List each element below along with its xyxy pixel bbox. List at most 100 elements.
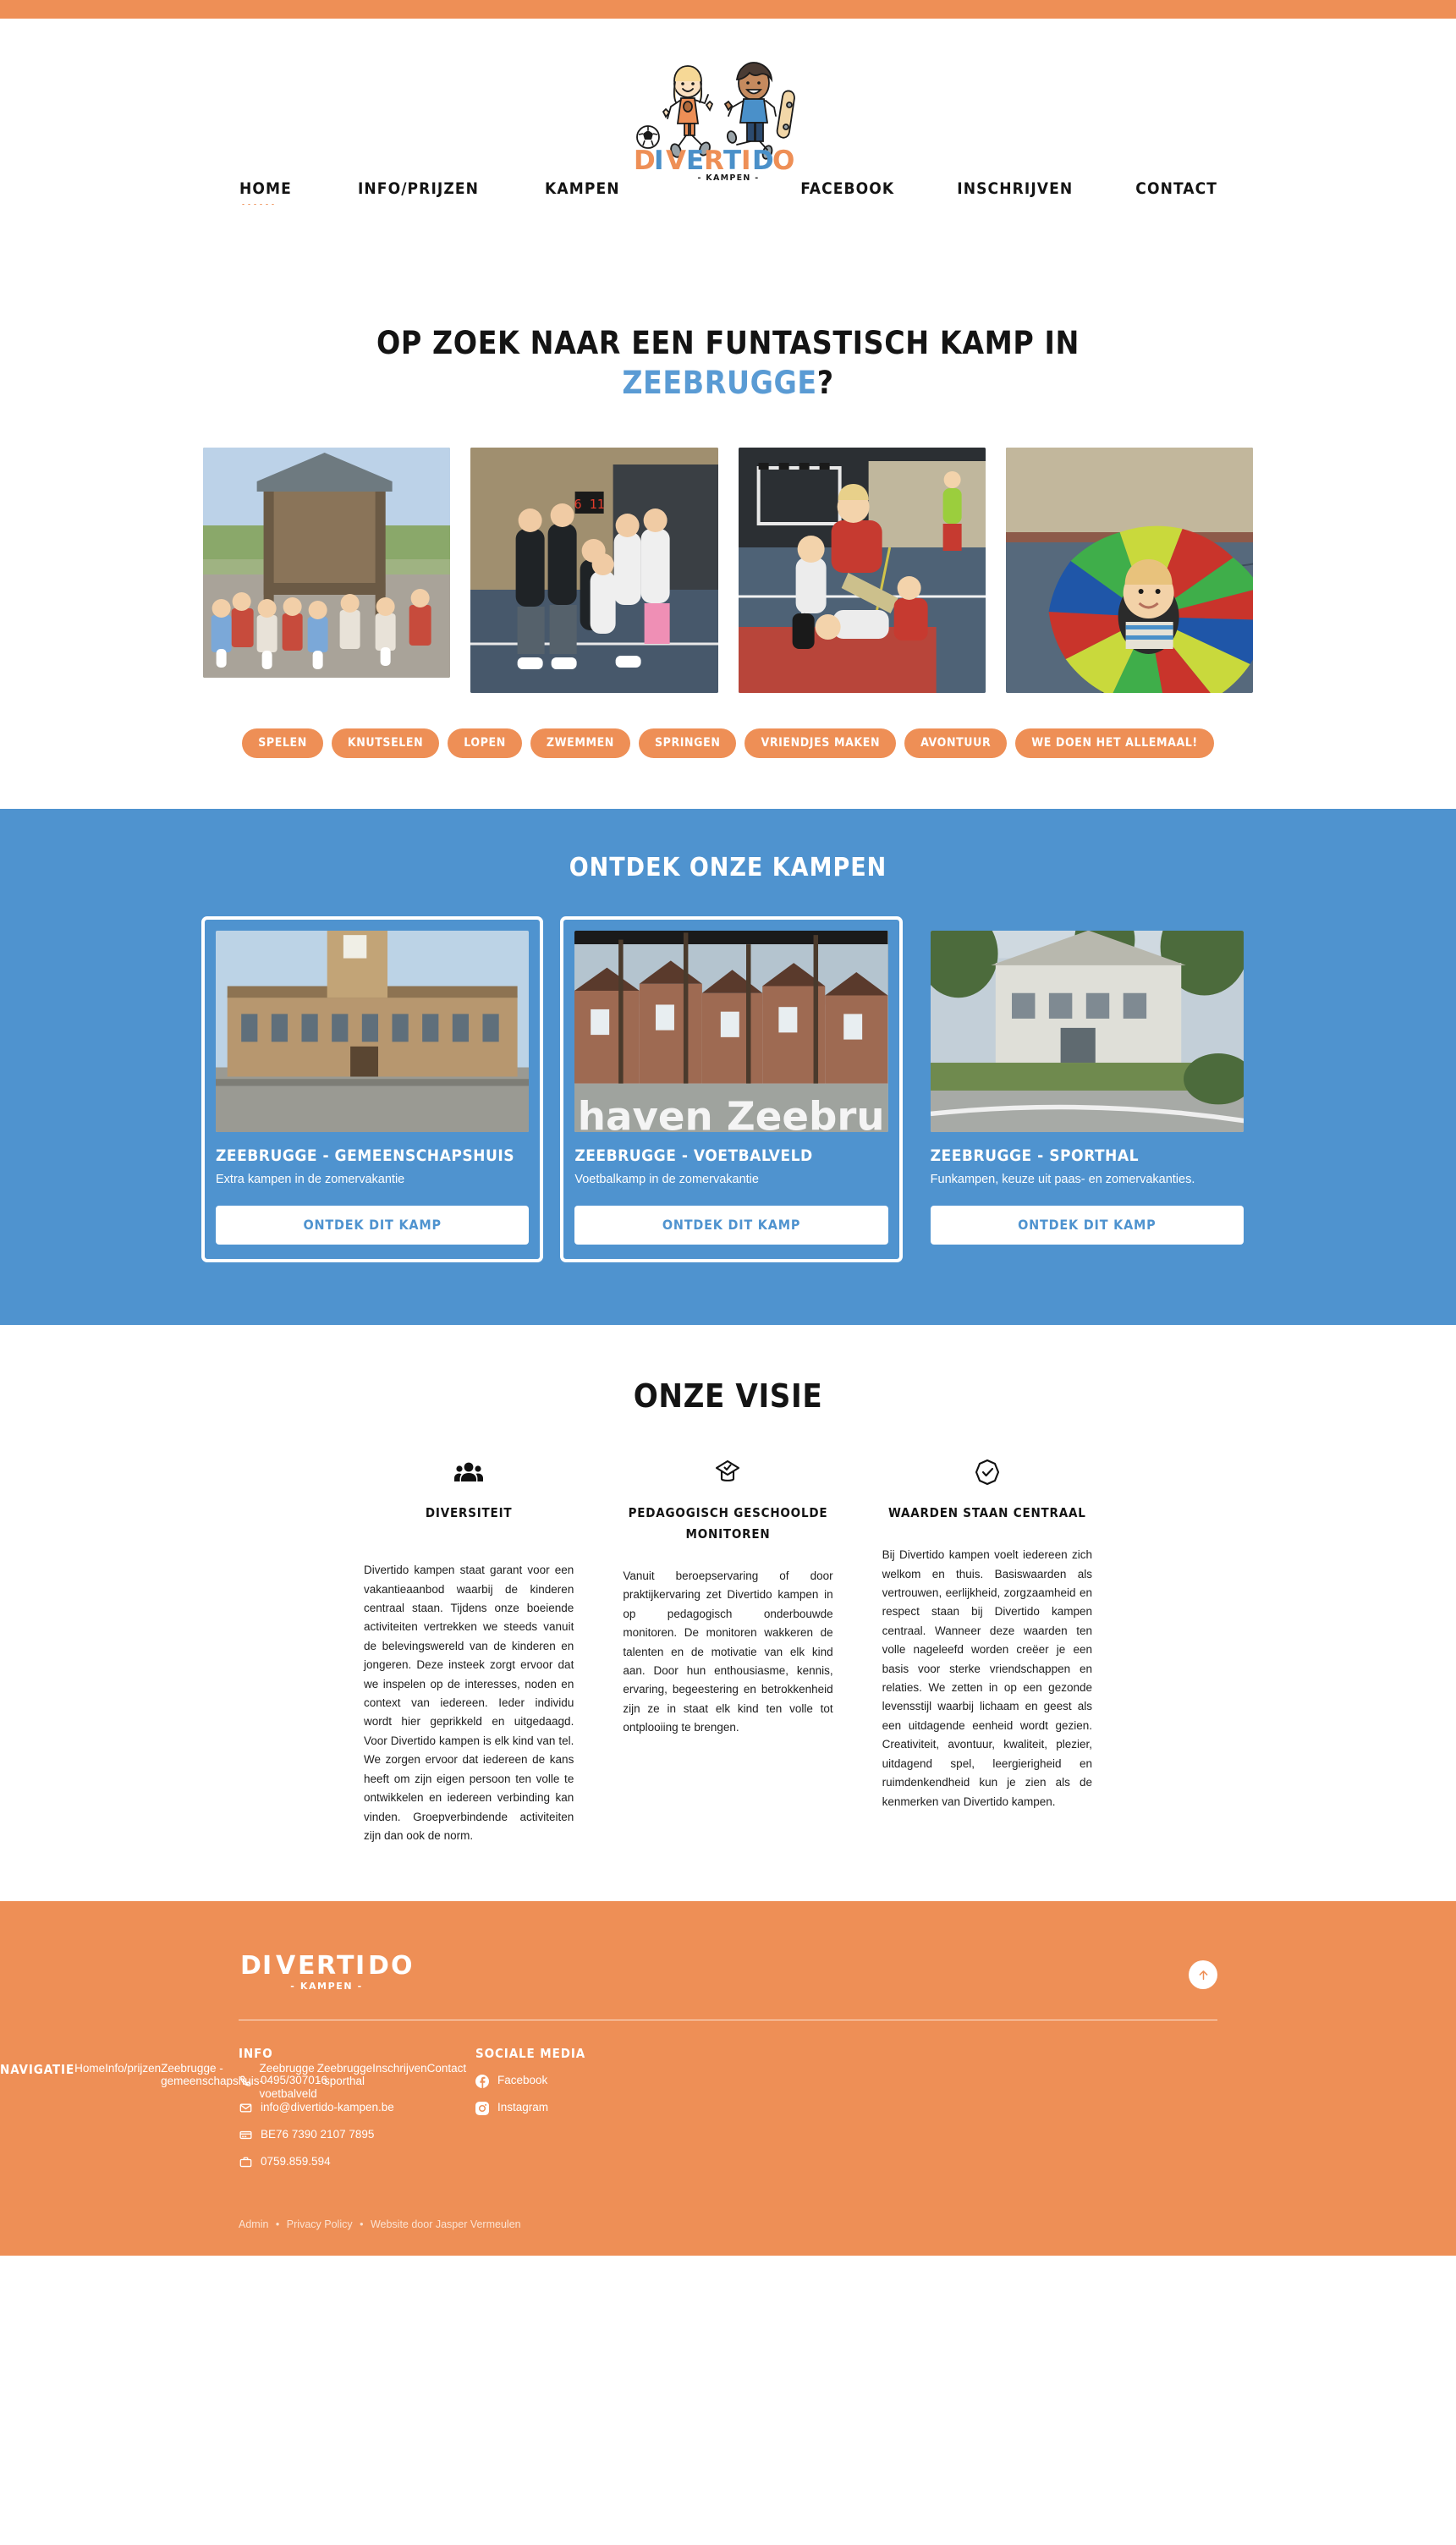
footer-logo[interactable]: DIV ERT IDO - KAMPEN - [239, 1945, 433, 1998]
nav-item-inschrijven[interactable]: Inschrijven [957, 179, 1073, 203]
activity-tag[interactable]: avontuur [904, 728, 1008, 758]
camp-card-title: Zeebrugge - gemeenschapshuis [216, 1146, 515, 1165]
camp-card-button[interactable]: Ontdek dit kamp [930, 1206, 1244, 1245]
vision-column-body: Bij Divertido kampen voelt iedereen zich… [882, 1548, 1092, 1808]
footer-link-inschrijven[interactable]: Inschrijven [372, 2062, 427, 2075]
svg-text:V: V [276, 1951, 298, 1981]
footer-social-instagram[interactable]: Instagram [475, 2100, 585, 2116]
camp-card-sporthal[interactable]: Zeebrugge - sporthal Funkampen, keuze ui… [920, 916, 1255, 1260]
nav-item-info-prijzen[interactable]: Info/Prijzen [358, 179, 479, 203]
svg-text:O: O [772, 146, 796, 176]
camp-card-grid: Zeebrugge - gemeenschapshuis Extra kampe… [0, 915, 1456, 1263]
footer-contact-email[interactable]: info@divertido-kampen.be [239, 2100, 475, 2116]
camps-section: Ontdek onze kampen [0, 808, 1456, 1326]
svg-text:R: R [316, 1951, 338, 1981]
vision-section: Onze visie Diversiteit Divertido kampen … [0, 1325, 1456, 1902]
hero-photo-parachute [1005, 447, 1253, 693]
divertido-wordmark: D I V E R T I D O [634, 146, 796, 176]
svg-text:R: R [704, 146, 726, 176]
svg-text:I: I [741, 146, 753, 176]
footer-credit-link[interactable]: Website door Jasper Vermeulen [371, 2218, 521, 2230]
footer-link-sporthal[interactable]: Zeebrugge - sporthal [317, 2062, 372, 2087]
footer-bottom-bar: Admin • Privacy Policy • Website door Ja… [0, 2181, 1456, 2256]
footer-column-sociale-media: Sociale media Facebook [475, 2046, 585, 2181]
footer-privacy-link[interactable]: Privacy Policy [287, 2218, 353, 2230]
footer-social-facebook[interactable]: Facebook [475, 2073, 585, 2089]
footer-logo-wordmark: DI V ERT IDO - KAMPEN - [240, 1951, 415, 1992]
camp-card-gemeenschapshuis[interactable]: Zeebrugge - gemeenschapshuis Extra kampe… [201, 915, 544, 1263]
skateboard-icon [776, 90, 795, 139]
activity-tag[interactable]: springen [638, 728, 737, 758]
footer-contact-vat[interactable]: 0759.859.594 [239, 2154, 475, 2170]
footer-link-info-prijzen[interactable]: Info/prijzen [105, 2062, 161, 2075]
camp-photo [930, 930, 1244, 1132]
hero-photo-turnen [738, 447, 986, 693]
svg-text:I: I [654, 146, 666, 176]
hero-photo-playground [203, 447, 451, 678]
hero-photo-monitoren: 6 11 [470, 447, 718, 693]
camp-card-description: Voetbalkamp in de zomervakantie [574, 1172, 759, 1186]
footer-contact-email-text: info@divertido-kampen.be [261, 2101, 394, 2114]
instagram-icon [475, 2101, 489, 2115]
back-to-top-button[interactable] [1189, 1960, 1217, 1990]
vision-column-body: Divertido kampen staat garant voor een v… [364, 1564, 574, 1842]
top-accent-bar [0, 0, 1456, 19]
nav-item-kampen[interactable]: Kampen [545, 179, 620, 203]
nav-item-contact[interactable]: Contact [1135, 179, 1217, 203]
credit-card-icon [239, 2129, 252, 2142]
briefcase-icon [239, 2155, 252, 2168]
site-footer: DIV ERT IDO - KAMPEN - Info [0, 1901, 1456, 2256]
activity-tag[interactable]: we doen het allemaal! [1015, 728, 1214, 758]
svg-text:O: O [391, 1951, 415, 1981]
nav-item-home[interactable]: Home [239, 179, 292, 205]
camp-photo [216, 930, 530, 1132]
svg-text:- KAMPEN -: - KAMPEN - [290, 1981, 363, 1992]
vision-column-heading: Diversiteit [425, 1505, 513, 1521]
activity-tag[interactable]: Spelen [242, 728, 323, 758]
vision-column-heading: Pedagogisch geschoolde monitoren [628, 1505, 828, 1542]
check-badge-icon [975, 1455, 1000, 1489]
vision-section-title: Onze visie [633, 1377, 823, 1415]
activity-tag[interactable]: Knutselen [331, 728, 440, 758]
nav-item-facebook[interactable]: Facebook [800, 179, 894, 203]
activity-tag[interactable]: Lopen [448, 728, 522, 758]
footer-admin-link[interactable]: Admin [239, 2218, 268, 2230]
hero-section: Op zoek naar een funtastisch kamp in Zee… [0, 313, 1456, 758]
hero-title-line1: Op zoek naar een funtastisch kamp in [376, 325, 1080, 361]
camp-card-button[interactable]: Ontdek dit kamp [216, 1206, 530, 1245]
camp-card-title: Zeebrugge - sporthal [930, 1146, 1139, 1165]
vision-column-waarden: Waarden staan centraal Bij Divertido kam… [882, 1455, 1092, 1845]
nav-group-left: Home Info/Prijzen Kampen [239, 179, 686, 205]
footer-social-instagram-label: Instagram [497, 2101, 549, 2114]
footer-link-contact[interactable]: Contact [427, 2062, 467, 2075]
divertido-logo-illustration: D I V E R T I D O - KAMPEN - [634, 62, 796, 181]
footer-separator: • [360, 2218, 364, 2230]
svg-text:T: T [723, 146, 743, 176]
graduation-cap-icon [714, 1455, 741, 1489]
svg-text:D: D [368, 1951, 392, 1981]
footer-link-home[interactable]: Home [74, 2062, 105, 2075]
site-header: D I V E R T I D O - KAMPEN - Home [0, 19, 1456, 313]
camp-card-description: Extra kampen in de zomervakantie [216, 1172, 405, 1186]
svg-text:D: D [240, 1951, 264, 1981]
footer-heading-navigatie: Navigatie [0, 2062, 75, 2078]
vision-column-heading: Waarden staan centraal [887, 1505, 1086, 1521]
activity-tag[interactable]: zwemmen [530, 728, 630, 758]
page-title: Op zoek naar een funtastisch kamp in Zee… [0, 323, 1456, 404]
svg-text:haven Zeebru: haven Zeebru [578, 1093, 885, 1131]
activity-tag[interactable]: vriendjes maken [744, 728, 897, 758]
activity-tag-list: Spelen Knutselen Lopen zwemmen springen … [0, 728, 1456, 758]
vision-column-body: Vanuit beroepservaring of door praktijke… [623, 1569, 833, 1734]
footer-top-row: DIV ERT IDO - KAMPEN - [239, 1945, 1217, 1998]
camp-card-button[interactable]: Ontdek dit kamp [574, 1206, 888, 1245]
camps-section-title: Ontdek onze kampen [569, 852, 887, 882]
footer-contact-iban[interactable]: BE76 7390 2107 7895 [239, 2127, 475, 2143]
footer-columns: Info 0495/307016 [0, 2046, 1217, 2181]
camp-card-voetbalveld[interactable]: haven Zeebru Zeebrugge - voetbalveld Voe… [560, 915, 903, 1263]
svg-text:I: I [262, 1951, 274, 1981]
camp-photo: haven Zeebru [574, 930, 888, 1132]
site-logo[interactable]: D I V E R T I D O - KAMPEN - [602, 54, 855, 181]
hero-title-accent: Zeebrugge [622, 365, 817, 402]
footer-link-voetbalveld[interactable]: Zeebrugge - voetbalveld [259, 2062, 316, 2100]
footer-link-gemeenschapshuis[interactable]: Zeebrugge - gemeenschapshuis [161, 2062, 259, 2087]
